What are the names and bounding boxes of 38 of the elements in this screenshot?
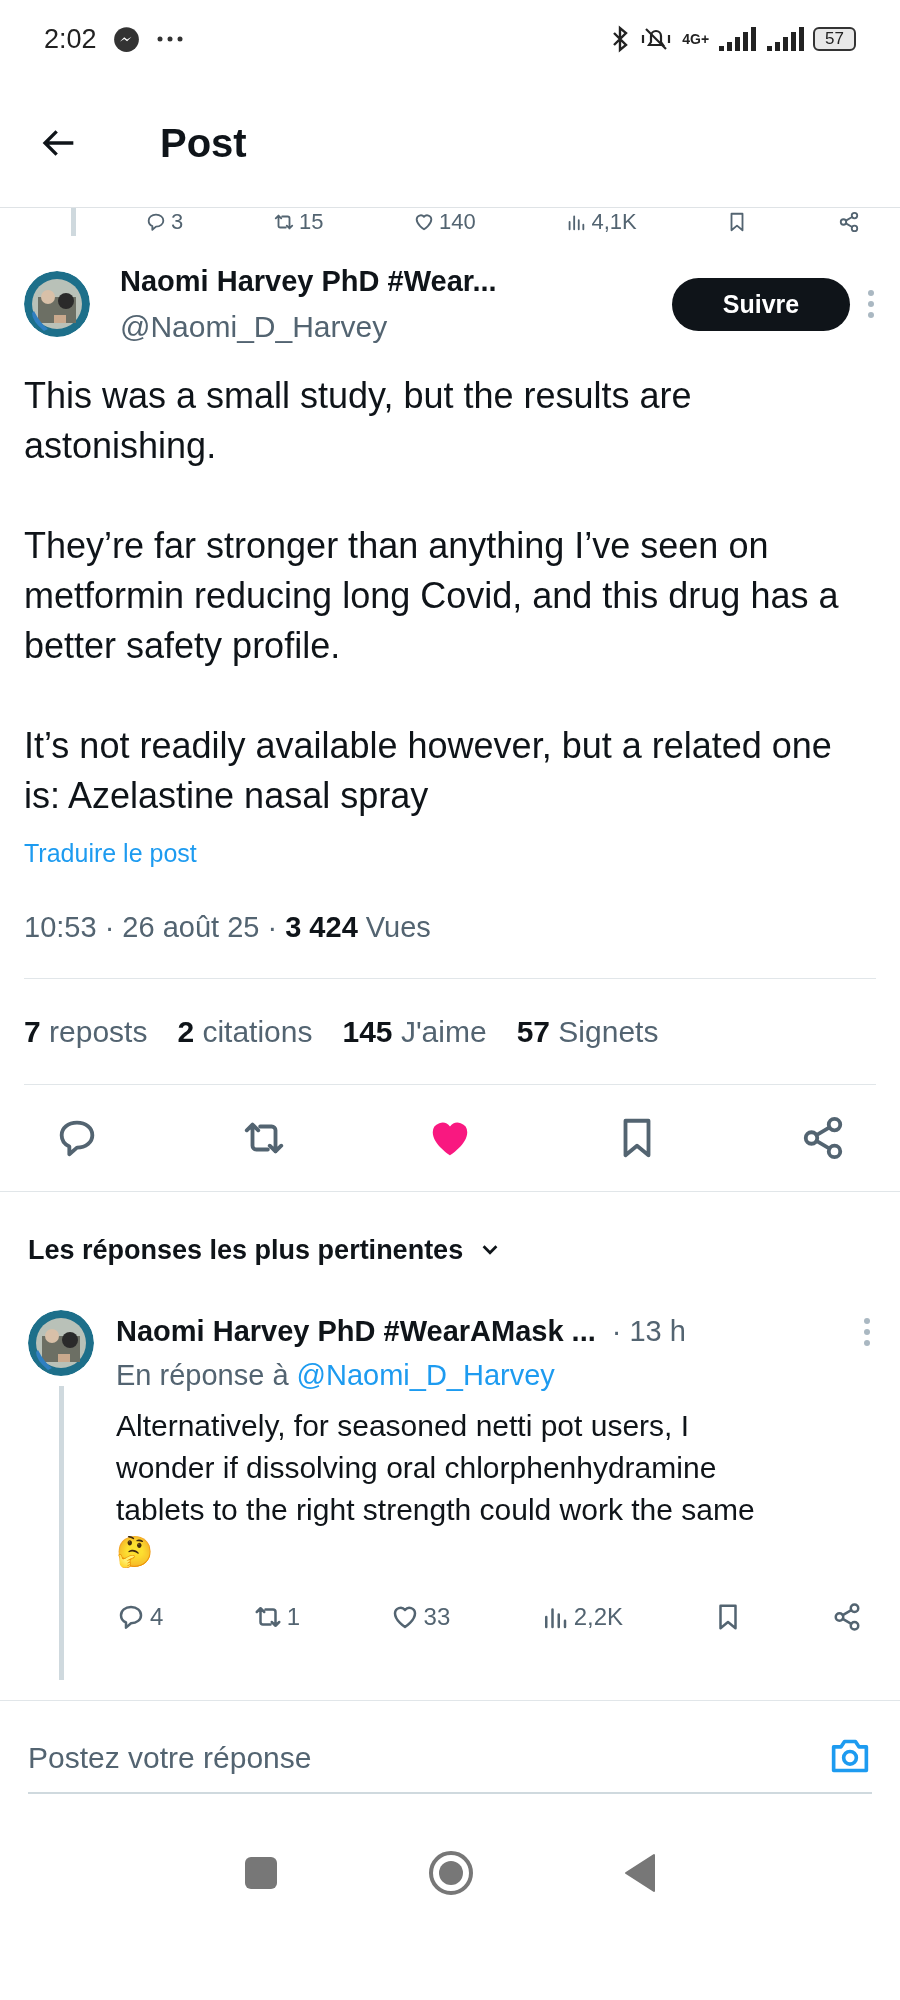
action-button[interactable]: 140 <box>413 211 476 233</box>
share-icon[interactable] <box>838 211 860 233</box>
stat-link[interactable]: 2 citations <box>177 1008 313 1054</box>
post-text: It’s not readily available however, but a related one is: Azelastine nasal spray <box>24 723 833 818</box>
post-text: They’re far stronger than anything I’ve seen on metformin reducing long Covid, and this drug has a better safety profile. <box>24 523 840 668</box>
reply-icon <box>145 211 167 233</box>
more-icon <box>155 35 184 43</box>
action-button[interactable]: 4,1K <box>565 211 637 233</box>
post-metadata: 10:53 · 26 août 25 · 3 424 Vues <box>24 910 432 945</box>
action-button[interactable]: 33 <box>389 1599 451 1635</box>
page-title: Post <box>160 119 247 167</box>
clock: 2:02 <box>44 22 97 56</box>
action-button[interactable]: 1 <box>252 1599 301 1635</box>
reply-text: Alternatively, for seasoned netti pot users, I wonder if dissolving oral chlorphenhydramine tablets to the right strength could work the same 🤔 <box>116 1409 755 1568</box>
stat-link[interactable]: 145 J'aime <box>342 1008 487 1054</box>
author-name: Naomi Harvey PhD #WearAMask ... <box>116 1314 596 1349</box>
stat-link[interactable]: 57 Signets <box>516 1008 659 1054</box>
network-label: 4G+ <box>682 29 710 49</box>
author-name: Naomi Harvey PhD #Wear... <box>120 264 498 299</box>
reply-context: En réponse à <box>116 1357 289 1393</box>
post-time: · 13 h <box>611 1314 686 1349</box>
battery-indicator: 57 <box>813 27 856 51</box>
follow-button[interactable]: Suivre <box>672 277 850 331</box>
action-button[interactable]: 2,2K <box>539 1599 624 1635</box>
post-text: This was a small study, but the results are astonishing. <box>24 373 693 468</box>
signal-icon <box>765 26 806 52</box>
home-button[interactable] <box>428 1850 474 1896</box>
stat-link[interactable]: 7 reposts <box>24 1008 148 1054</box>
messenger-icon <box>112 25 140 53</box>
back-button[interactable] <box>624 1853 656 1893</box>
share-icon[interactable] <box>832 1602 862 1632</box>
action-button[interactable]: 15 <box>272 211 324 233</box>
recents-button[interactable] <box>244 1856 278 1890</box>
signal-icon <box>717 26 758 52</box>
sort-label[interactable]: Les réponses les plus pertinentes <box>28 1229 464 1270</box>
action-button[interactable]: 3 <box>145 211 184 233</box>
action-button[interactable]: 4 <box>116 1599 164 1635</box>
author-handle: @Naomi_D_Harvey <box>120 308 389 345</box>
